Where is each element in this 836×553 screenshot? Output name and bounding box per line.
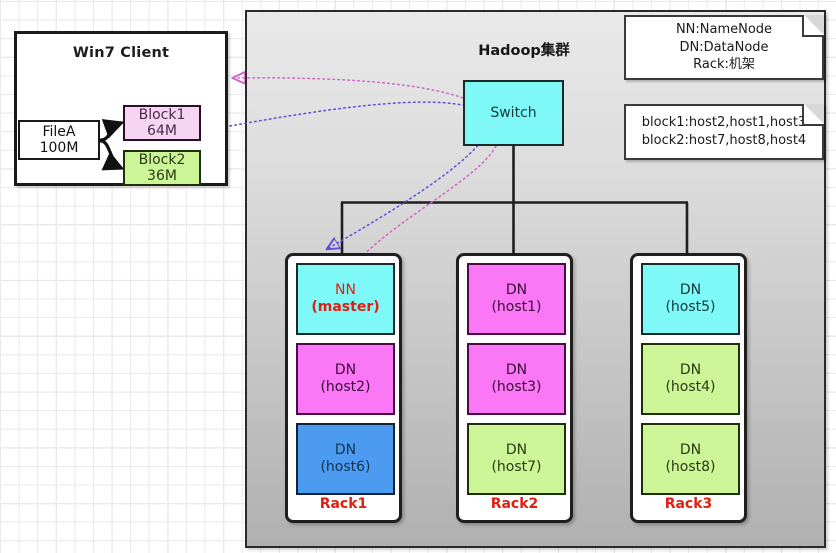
legend-line: NN:NameNode [675, 21, 773, 37]
block-size-label: 64M [147, 123, 177, 139]
node-host-label: (host3) [491, 379, 542, 395]
node-type-label: NN [335, 281, 356, 298]
block2-box[interactable]: Block2 36M [123, 150, 201, 186]
node-host-label: (host5) [665, 299, 716, 315]
switch-label: Switch [490, 105, 537, 121]
rack-label: Rack2 [490, 496, 539, 512]
block-size-label: 36M [147, 168, 177, 184]
node-type-label: DN [505, 281, 528, 298]
file-a-box[interactable]: FileA 100M [18, 120, 100, 160]
node-type-label: DN [334, 361, 357, 378]
node-dn-host4[interactable]: DN (host4) [641, 343, 740, 415]
rack-2[interactable]: DN (host1) DN (host3) DN (host7) Rack2 [456, 253, 573, 523]
node-dn-host6[interactable]: DN (host6) [296, 423, 395, 495]
file-size-label: 100M [39, 140, 79, 156]
node-dn-host8[interactable]: DN (host8) [641, 423, 740, 495]
node-host-label: (host1) [491, 299, 542, 315]
node-host-label: (host8) [665, 459, 716, 475]
switch-node[interactable]: Switch [463, 80, 564, 146]
diagram-canvas: Hadoop集群 Switch NN:NameNode DN:DataNode … [0, 0, 836, 553]
node-dn-host3[interactable]: DN (host3) [467, 343, 566, 415]
node-host-label: (master) [311, 299, 380, 315]
node-nn-master[interactable]: NN (master) [296, 263, 395, 335]
node-dn-host1[interactable]: DN (host1) [467, 263, 566, 335]
legend-note-abbreviations: NN:NameNode DN:DataNode Rack:机架 [624, 15, 824, 80]
node-dn-host7[interactable]: DN (host7) [467, 423, 566, 495]
node-dn-host2[interactable]: DN (host2) [296, 343, 395, 415]
rack-label: Rack3 [664, 496, 713, 512]
node-host-label: (host6) [320, 459, 371, 475]
legend-line: DN:DataNode [679, 39, 769, 55]
rack-label: Rack1 [319, 496, 368, 512]
block1-box[interactable]: Block1 64M [123, 105, 201, 141]
page-fold-icon [802, 104, 824, 126]
cluster-title: Hadoop集群 [478, 43, 570, 59]
block-name-label: Block1 [138, 106, 186, 123]
legend-line: block2:host7,host8,host4 [641, 133, 807, 148]
node-type-label: DN [679, 441, 702, 458]
node-dn-host5[interactable]: DN (host5) [641, 263, 740, 335]
client-title: Win7 Client [72, 45, 170, 61]
rack-1[interactable]: NN (master) DN (host2) DN (host6) Rack1 [285, 253, 402, 523]
node-host-label: (host7) [491, 459, 542, 475]
node-type-label: DN [334, 441, 357, 458]
legend-note-block-placement: block1:host2,host1,host3 block2:host7,ho… [624, 104, 824, 160]
rack-3[interactable]: DN (host5) DN (host4) DN (host8) Rack3 [630, 253, 747, 523]
node-type-label: DN [505, 441, 528, 458]
node-host-label: (host4) [665, 379, 716, 395]
node-host-label: (host2) [320, 379, 371, 395]
legend-line: Rack:机架 [693, 57, 755, 73]
legend-line: block1:host2,host1,host3 [641, 115, 807, 131]
node-type-label: DN [505, 361, 528, 378]
node-type-label: DN [679, 281, 702, 298]
page-fold-icon [802, 15, 824, 37]
file-name-label: FileA [42, 123, 76, 140]
node-type-label: DN [679, 361, 702, 378]
block-name-label: Block2 [138, 151, 186, 168]
